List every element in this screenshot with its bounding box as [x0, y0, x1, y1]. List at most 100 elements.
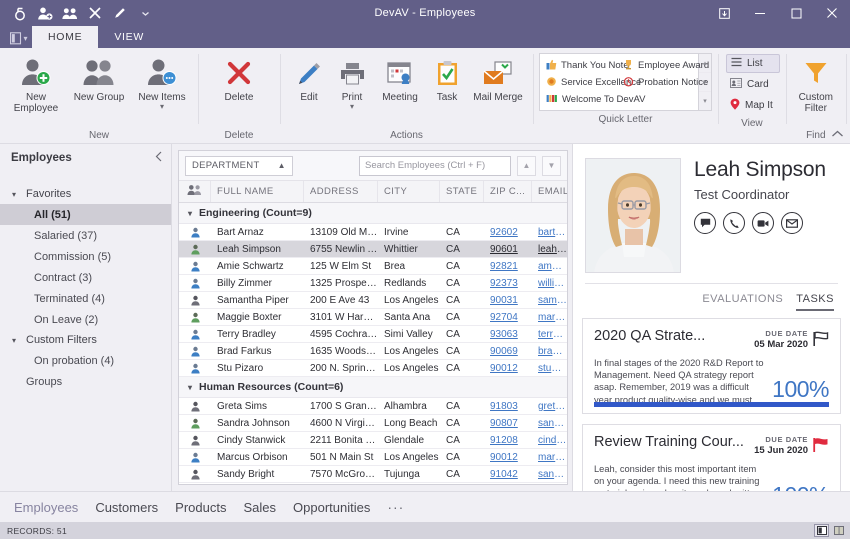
- table-row[interactable]: Samantha Piper 200 E Ave 43 Los Angeles …: [179, 292, 567, 309]
- nav-group-custom-filters[interactable]: ▾ Custom Filters: [0, 330, 171, 350]
- table-row[interactable]: Brad Farkus 1635 Woods Drive Los Angeles…: [179, 343, 567, 360]
- task-card[interactable]: 2020 QA Strate... DUE DATE 05 Mar 2020 I…: [582, 318, 841, 414]
- table-row[interactable]: Sandra Johnson 4600 N Virginia... Long B…: [179, 415, 567, 432]
- email-icon[interactable]: [781, 212, 803, 234]
- nav-group-favorites[interactable]: ▾ Favorites: [0, 184, 171, 204]
- cell-email[interactable]: leahs@dx-email.com: [532, 244, 567, 255]
- column-header-state[interactable]: STATE: [440, 181, 484, 202]
- cell-email[interactable]: stu@dx-email.com: [532, 363, 567, 374]
- cell-zip[interactable]: 91803: [484, 401, 532, 412]
- delete-icon[interactable]: [87, 5, 103, 21]
- table-row[interactable]: Greta Sims 1700 S Grandvie... Alhambra C…: [179, 398, 567, 415]
- sidebar-item-on-leave[interactable]: On Leave (2): [0, 309, 171, 330]
- quick-letter-employee-award[interactable]: Employee Award: [619, 57, 709, 74]
- cell-zip[interactable]: 92373: [484, 278, 532, 289]
- cell-zip[interactable]: 90012: [484, 363, 532, 374]
- sidebar-item-salaried[interactable]: Salaried (37): [0, 225, 171, 246]
- add-person-icon[interactable]: [37, 5, 53, 21]
- table-row[interactable]: Cindy Stanwick 2211 Bonita Dr. Glendale …: [179, 432, 567, 449]
- print-button[interactable]: Print ▾: [331, 54, 373, 111]
- column-header-address[interactable]: ADDRESS: [304, 181, 378, 202]
- sidebar-item-all[interactable]: All (51): [0, 204, 171, 225]
- bottom-nav-customers[interactable]: Customers: [95, 500, 158, 515]
- table-row[interactable]: Sandy Bright 7570 McGroarty... Tujunga C…: [179, 466, 567, 483]
- bottom-nav-more-icon[interactable]: ···: [387, 499, 404, 515]
- edit-button[interactable]: Edit: [288, 54, 330, 103]
- chevron-left-icon[interactable]: [155, 151, 163, 165]
- cell-email[interactable]: margaretb@dx-email...: [532, 312, 567, 323]
- cell-zip[interactable]: 90069: [484, 346, 532, 357]
- cell-email[interactable]: amolds@dx-email.c...: [532, 261, 567, 272]
- column-header-city[interactable]: CITY: [378, 181, 440, 202]
- edit-icon[interactable]: [112, 5, 128, 21]
- cell-zip[interactable]: 90807: [484, 418, 532, 429]
- search-box[interactable]: [359, 155, 511, 176]
- cell-email[interactable]: sandraj@dx-email.co...: [532, 418, 567, 429]
- table-row[interactable]: Billy Zimmer 1325 Prospect Dr Redlands C…: [179, 275, 567, 292]
- single-pane-view-icon[interactable]: [814, 524, 829, 537]
- quick-letter-scrollbar[interactable]: ▴ ▾ ▾: [699, 53, 712, 111]
- tab-home[interactable]: HOME: [32, 26, 99, 48]
- cell-email[interactable]: williamz@dx-email.c...: [532, 278, 567, 289]
- sidebar-item-on-probation[interactable]: On probation (4): [0, 350, 171, 371]
- search-input[interactable]: [365, 160, 505, 171]
- table-row[interactable]: Amie Schwartz 125 W Elm St Brea CA 92821…: [179, 258, 567, 275]
- cell-zip[interactable]: 90031: [484, 295, 532, 306]
- sidebar-item-contract[interactable]: Contract (3): [0, 267, 171, 288]
- new-group-button[interactable]: New Group: [68, 54, 130, 103]
- cell-zip[interactable]: 91042: [484, 469, 532, 480]
- cell-zip[interactable]: 92602: [484, 227, 532, 238]
- cell-email[interactable]: cindys@dx-email.com: [532, 435, 567, 446]
- file-menu-icon[interactable]: ▾: [6, 28, 32, 48]
- scroll-up-icon[interactable]: ▴: [699, 54, 711, 72]
- group-icon[interactable]: [62, 5, 78, 21]
- minimize-icon[interactable]: [742, 0, 778, 26]
- split-pane-view-icon[interactable]: [831, 524, 846, 537]
- cell-zip[interactable]: 93063: [484, 329, 532, 340]
- chevron-up-icon[interactable]: ▲: [517, 155, 536, 176]
- group-row-human-resources[interactable]: ▾ Human Resources (Count=6): [179, 377, 567, 398]
- expand-gallery-icon[interactable]: ▾: [699, 91, 711, 110]
- view-card-button[interactable]: Card: [726, 75, 780, 94]
- video-icon[interactable]: [752, 212, 774, 234]
- restore-down-icon[interactable]: [706, 0, 742, 26]
- chevron-down-icon[interactable]: ▾: [350, 103, 354, 111]
- table-row[interactable]: Maggie Boxter 3101 W Harvard... Santa An…: [179, 309, 567, 326]
- cell-email[interactable]: barta@dx-email.com: [532, 227, 567, 238]
- cell-email[interactable]: samanthap@dx-ema...: [532, 295, 567, 306]
- group-row-engineering[interactable]: ▾ Engineering (Count=9): [179, 203, 567, 224]
- close-icon[interactable]: [814, 0, 850, 26]
- table-row[interactable]: Marcus Orbison 501 N Main St Los Angeles…: [179, 449, 567, 466]
- bottom-nav-sales[interactable]: Sales: [243, 500, 276, 515]
- cell-email[interactable]: marcuso@dx-email.c...: [532, 452, 567, 463]
- maximize-icon[interactable]: [778, 0, 814, 26]
- cell-zip[interactable]: 92704: [484, 312, 532, 323]
- new-employee-button[interactable]: New Employee: [5, 54, 67, 114]
- cell-zip[interactable]: 90601: [484, 244, 532, 255]
- task-card[interactable]: Review Training Cour... DUE DATE 15 Jun …: [582, 424, 841, 491]
- view-list-button[interactable]: List: [726, 54, 780, 73]
- cell-email[interactable]: sandrab@dx-email.c...: [532, 469, 567, 480]
- table-row[interactable]: Terry Bradley 4595 Cochran St Simi Valle…: [179, 326, 567, 343]
- quick-letter-thank-you-note[interactable]: Thank You Note: [542, 57, 629, 74]
- new-items-button[interactable]: New Items ▾: [131, 54, 193, 111]
- sidebar-item-groups[interactable]: Groups: [0, 371, 171, 392]
- sidebar-item-commission[interactable]: Commission (5): [0, 246, 171, 267]
- delete-button[interactable]: Delete: [208, 54, 270, 103]
- column-header-full-name[interactable]: FULL NAME: [211, 181, 304, 202]
- cell-email[interactable]: gretas@dx-email.com: [532, 401, 567, 412]
- task-button[interactable]: Task: [427, 54, 467, 103]
- flag-outline-icon[interactable]: [812, 329, 829, 352]
- tab-evaluations[interactable]: EVALUATIONS: [702, 293, 783, 311]
- view-map-button[interactable]: Map It: [726, 96, 780, 115]
- group-by-department-button[interactable]: DEPARTMENT ▲: [185, 155, 293, 176]
- meeting-button[interactable]: Meeting: [374, 54, 426, 103]
- bottom-nav-products[interactable]: Products: [175, 500, 226, 515]
- flag-solid-icon[interactable]: [812, 435, 829, 458]
- chat-icon[interactable]: [694, 212, 716, 234]
- cell-zip[interactable]: 90012: [484, 452, 532, 463]
- phone-icon[interactable]: [723, 212, 745, 234]
- bottom-nav-opportunities[interactable]: Opportunities: [293, 500, 370, 515]
- quick-letter-probation-notice[interactable]: Probation Notice: [619, 74, 708, 91]
- custom-filter-button[interactable]: Custom Filter: [792, 54, 840, 114]
